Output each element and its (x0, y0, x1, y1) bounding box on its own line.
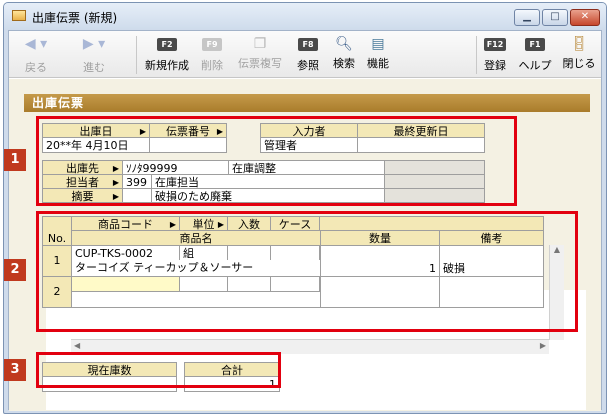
highlight-box-3 (36, 352, 281, 388)
toolbar-separator (476, 36, 477, 74)
function-button[interactable]: ▤ 機能 (361, 34, 395, 76)
forward-arrow-icon: ▶ ▾ (82, 36, 106, 52)
exit-door-icon: 🚪︎ (570, 36, 588, 52)
f12-key-icon: F12 (484, 38, 506, 51)
search-button[interactable]: 🔍︎ 検索 (327, 34, 361, 76)
search-icon: 🔍︎ (335, 36, 353, 52)
scroll-left-icon: ◀ (74, 341, 81, 350)
f2-key-icon: F2 (157, 38, 177, 51)
register-button[interactable]: F12 登録 (479, 34, 511, 76)
title-bar[interactable]: 出庫伝票 (新規) ▁ □ ✕ (4, 3, 606, 29)
highlight-box-2 (36, 211, 578, 332)
close-window-button[interactable]: ✕ (570, 9, 600, 26)
help-button[interactable]: F1 ヘルプ (513, 34, 557, 76)
scroll-right-icon: ▶ (539, 341, 546, 350)
forward-button[interactable]: ▶ ▾ 進む (71, 34, 117, 76)
close-button[interactable]: 🚪︎ 閉じる (559, 34, 599, 76)
toolbar-separator (136, 36, 137, 74)
toolbar: ◀ ▾ 戻る ▶ ▾ 進む F2 新規作成 F9 削除 ❐ 伝票複写 F8 参照… (9, 31, 601, 78)
maximize-button[interactable]: □ (542, 9, 568, 26)
panel-title: 出庫伝票 (24, 94, 590, 112)
app-icon (12, 10, 26, 21)
function-icon: ▤ (371, 36, 385, 52)
new-button[interactable]: F2 新規作成 (141, 34, 193, 76)
delete-button[interactable]: F9 削除 (195, 34, 229, 76)
badge-3: 3 (4, 359, 26, 381)
f9-key-icon: F9 (202, 38, 222, 51)
f1-key-icon: F1 (525, 38, 545, 51)
minimize-button[interactable]: ▁ (514, 9, 540, 26)
copy-icon: ❐ (253, 36, 267, 52)
reference-button[interactable]: F8 参照 (291, 34, 325, 76)
copy-slip-button[interactable]: ❐ 伝票複写 (233, 34, 287, 76)
back-button[interactable]: ◀ ▾ 戻る (13, 34, 59, 76)
window-title: 出庫伝票 (新規) (32, 11, 118, 25)
highlight-box-1 (36, 116, 517, 206)
back-arrow-icon: ◀ ▾ (24, 36, 48, 52)
badge-2: 2 (4, 259, 26, 281)
badge-1: 1 (4, 149, 26, 171)
f8-key-icon: F8 (298, 38, 318, 51)
